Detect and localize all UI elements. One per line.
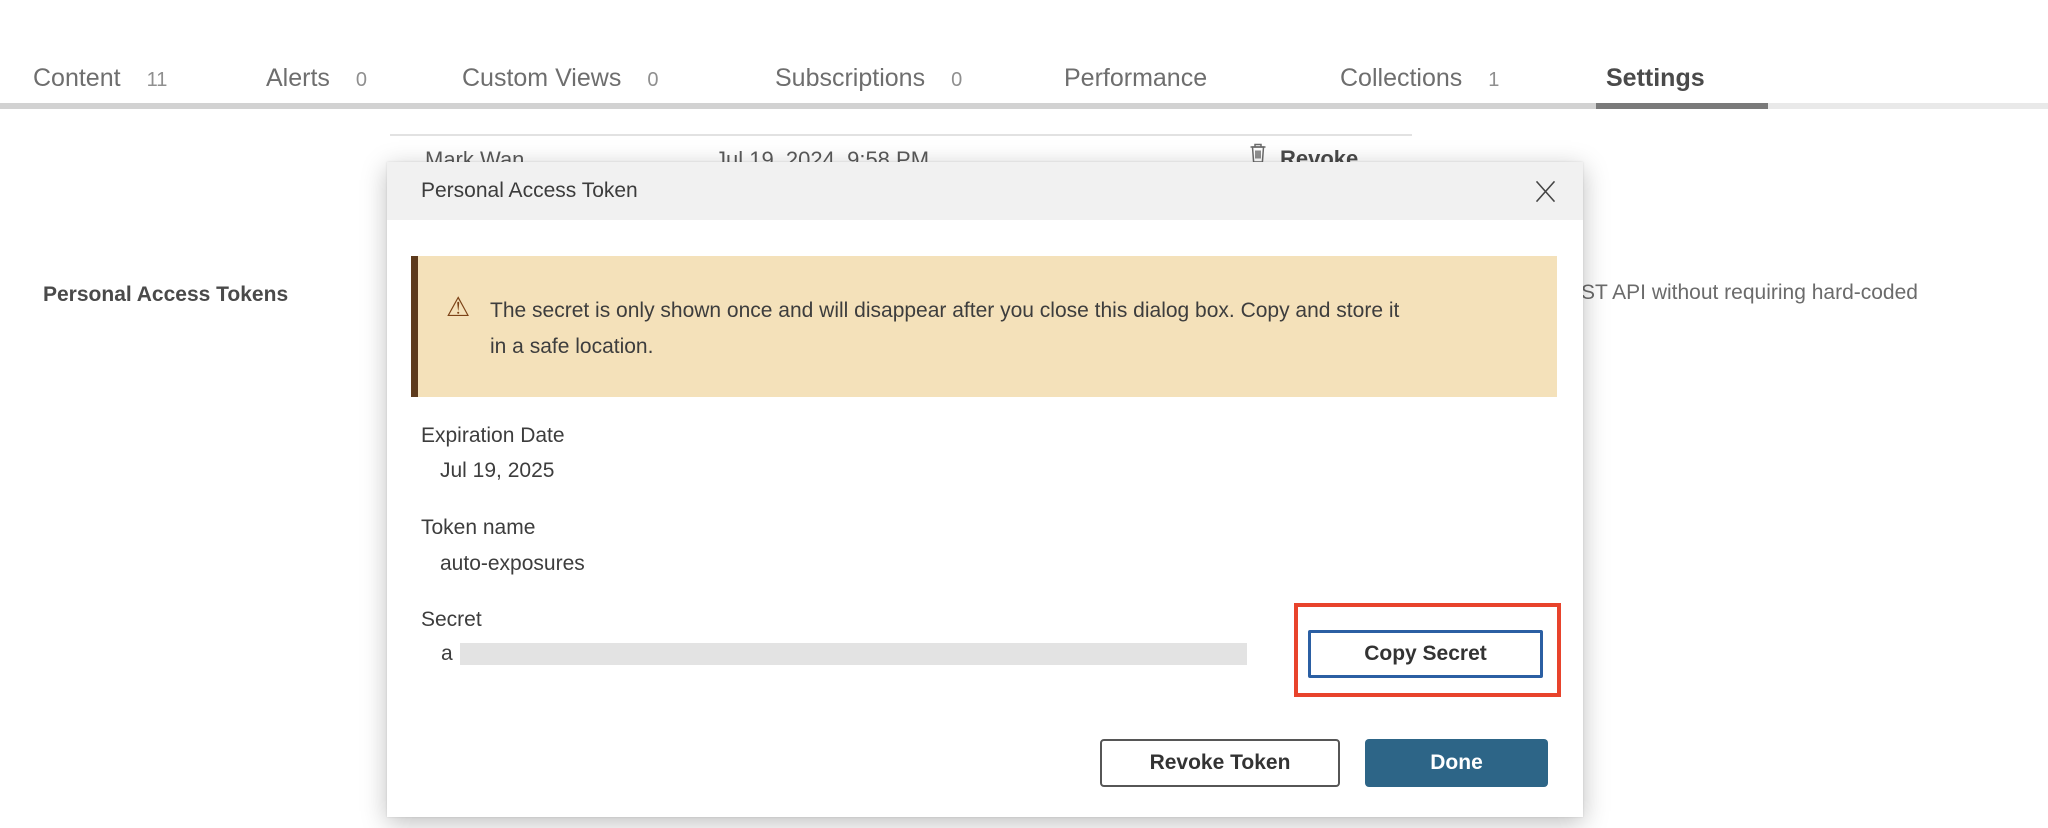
- copy-secret-button[interactable]: Copy Secret: [1308, 630, 1543, 678]
- tab-content[interactable]: Content 11: [33, 64, 167, 93]
- dialog-header: Personal Access Token: [387, 162, 1583, 220]
- revoke-token-button[interactable]: Revoke Token: [1100, 739, 1340, 787]
- tab-settings[interactable]: Settings: [1606, 64, 1705, 93]
- tab-performance[interactable]: Performance: [1064, 64, 1207, 93]
- tabbar-underline-light: [1768, 103, 2048, 109]
- done-button[interactable]: Done: [1365, 739, 1548, 787]
- tab-label: Collections: [1340, 64, 1462, 93]
- tabbar-underline: [0, 103, 1596, 109]
- tab-collections[interactable]: Collections 1: [1340, 64, 1499, 93]
- secret-value-visible-char: a: [441, 642, 453, 666]
- secret-label: Secret: [421, 608, 482, 632]
- tab-label: Content: [33, 64, 121, 93]
- tab-count: 0: [951, 69, 962, 92]
- tab-count: 1: [1488, 69, 1499, 92]
- tab-alerts[interactable]: Alerts 0: [266, 64, 367, 93]
- section-description-fragment: ST API without requiring hard-coded: [1581, 281, 1918, 305]
- secret-warning-banner: ⚠ The secret is only shown once and will…: [411, 256, 1557, 397]
- warning-message: The secret is only shown once and will d…: [490, 293, 1402, 365]
- warning-triangle-icon: ⚠: [446, 294, 470, 321]
- personal-access-token-dialog: Personal Access Token ⚠ The secret is on…: [387, 162, 1583, 817]
- tab-count: 11: [147, 69, 168, 92]
- tab-label: Alerts: [266, 64, 330, 93]
- token-name-label: Token name: [421, 516, 535, 540]
- expiration-date-label: Expiration Date: [421, 424, 565, 448]
- secret-value-row: a: [441, 642, 1247, 666]
- tab-custom-views[interactable]: Custom Views 0: [462, 64, 658, 93]
- tab-label: Subscriptions: [775, 64, 925, 93]
- tabbar-underline-active: [1596, 103, 1768, 109]
- tab-label: Performance: [1064, 64, 1207, 93]
- settings-page: Content 11 Alerts 0 Custom Views 0 Subsc…: [0, 0, 2048, 828]
- tab-subscriptions[interactable]: Subscriptions 0: [775, 64, 962, 93]
- dialog-title: Personal Access Token: [421, 179, 638, 203]
- token-table-border: [390, 134, 1412, 136]
- tab-count: 0: [356, 69, 367, 92]
- tab-label: Custom Views: [462, 64, 621, 93]
- expiration-date-value: Jul 19, 2025: [440, 459, 554, 483]
- token-name-value: auto-exposures: [440, 552, 585, 576]
- tab-count: 0: [647, 69, 658, 92]
- close-icon[interactable]: [1531, 177, 1559, 205]
- section-label-personal-access-tokens: Personal Access Tokens: [43, 283, 288, 307]
- secret-redaction-bar: [460, 643, 1247, 665]
- tab-label: Settings: [1606, 64, 1705, 93]
